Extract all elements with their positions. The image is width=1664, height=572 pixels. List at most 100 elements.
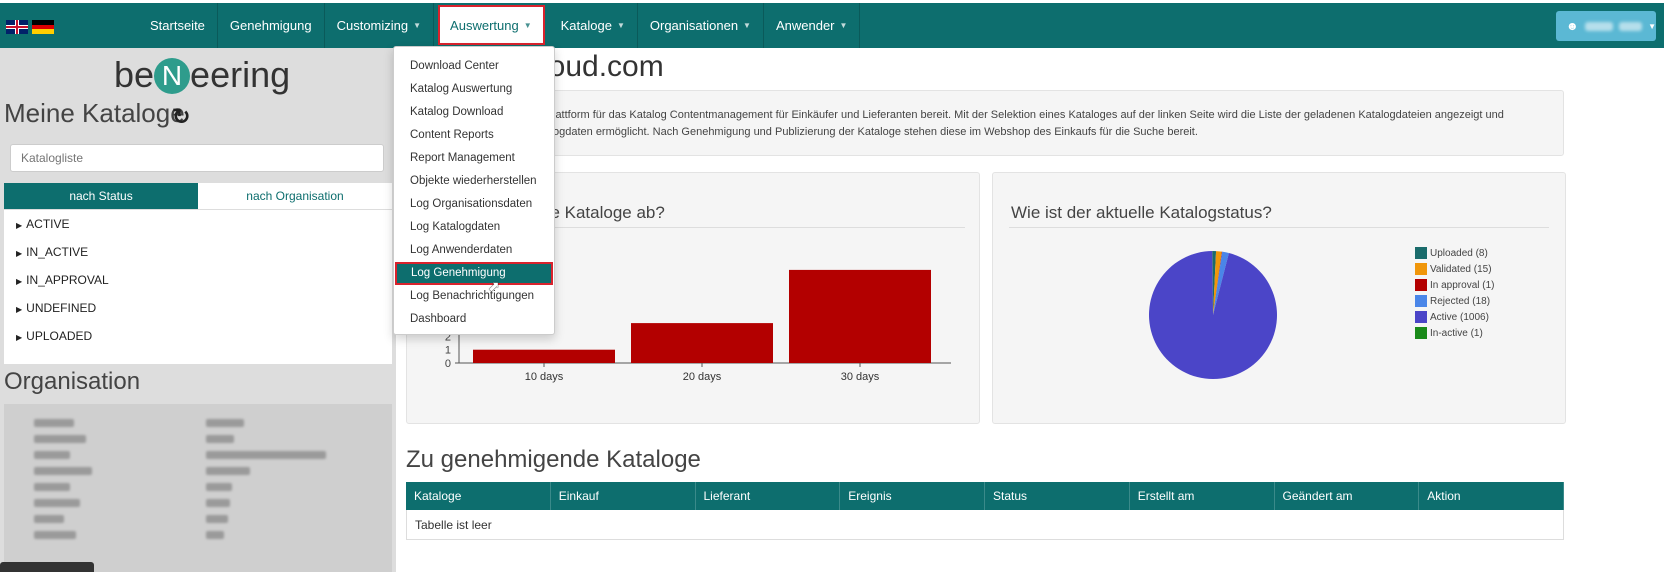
legend-label: Uploaded (8) [1430, 247, 1488, 259]
nav-item-label: Startseite [150, 18, 205, 33]
column-header-kataloge[interactable]: Kataloge [406, 482, 551, 510]
nav-item-genehmigung[interactable]: Genehmigung [218, 3, 325, 48]
nav-item-organisationen[interactable]: Organisationen ▼ [638, 3, 764, 48]
pie-legend: Uploaded (8) Validated (15) In approval (1… [1415, 245, 1494, 341]
nav-item-kataloge[interactable]: Kataloge ▼ [549, 3, 638, 48]
legend-swatch [1415, 311, 1427, 323]
tab-by-status[interactable]: nach Status [4, 183, 198, 209]
status-strip [0, 562, 94, 572]
legend-swatch [1415, 279, 1427, 291]
column-header-aktion[interactable]: Aktion [1419, 482, 1564, 510]
user-menu-button[interactable]: ☻ ▼ [1556, 11, 1656, 41]
menu-item-log-anwenderdaten[interactable]: Log Anwenderdaten [394, 239, 554, 262]
legend-item[interactable]: Active (1006) [1415, 309, 1494, 325]
tree-item-label: ACTIVE [26, 217, 70, 231]
table-empty-message: Tabelle ist leer [406, 510, 1564, 540]
nav-item-label: Organisationen [649, 18, 739, 33]
tree-item-label: UNDEFINED [26, 301, 97, 315]
nav-item-label: Auswertung [450, 17, 519, 33]
tree-item-uploaded[interactable]: ▶ UPLOADED [4, 322, 392, 350]
legend-swatch [1415, 247, 1427, 259]
tree-item-in-approval[interactable]: ▶ IN_APPROVAL [4, 266, 392, 294]
german-flag-icon[interactable] [32, 20, 54, 34]
nav-item-auswertung[interactable]: Auswertung ▼ [438, 5, 545, 45]
info-text-line-2: ogdaten ermöglicht. Nach Genehmigung und… [553, 126, 1198, 138]
y-tick-label: 0 [445, 358, 451, 370]
expand-triangle-icon: ▶ [16, 277, 23, 286]
caret-down-icon: ▼ [413, 21, 422, 30]
bar-20-days [631, 323, 773, 363]
redacted-row [34, 494, 230, 507]
column-header-erstellt-am[interactable]: Erstellt am [1130, 482, 1275, 510]
column-header-geändert-am[interactable]: Geändert am [1275, 482, 1420, 510]
column-header-einkauf[interactable]: Einkauf [551, 482, 696, 510]
nav-item-label: Anwender [775, 18, 835, 33]
nav-item-startseite[interactable]: Startseite [138, 3, 218, 48]
nav-item-label: Customizing [336, 18, 409, 33]
menu-item-report-management[interactable]: Report Management [394, 147, 554, 170]
legend-label: In approval (1) [1430, 279, 1495, 291]
redacted-row [34, 510, 228, 523]
auswertung-dropdown-menu: Download Center Katalog Auswertung Katalog… [393, 46, 555, 335]
tab-by-organisation[interactable]: nach Organisation [198, 183, 392, 209]
menu-item-log-genehmigung[interactable]: Log Genehmigung [395, 262, 553, 285]
top-navbar: Startseite Genehmigung Customizing ▼ Auswert… [0, 0, 1664, 48]
status-pie-chart [1149, 251, 1277, 379]
menu-item-log-organisationsdaten[interactable]: Log Organisationsdaten [394, 193, 554, 216]
tree-item-active[interactable]: ▶ ACTIVE [4, 210, 392, 238]
user-icon: ☻ [1566, 19, 1579, 33]
redacted-row [34, 478, 232, 491]
tree-item-in-active[interactable]: ▶ IN_ACTIVE [4, 238, 392, 266]
caret-down-icon: ▼ [839, 21, 848, 30]
menu-item-katalog-download[interactable]: Katalog Download [394, 101, 554, 124]
legend-swatch [1415, 327, 1427, 339]
column-header-status[interactable]: Status [985, 482, 1130, 510]
my-catalogs-title: Meine Kataloge [4, 98, 185, 128]
nav-item-label: Kataloge [560, 18, 612, 33]
table-header: Kataloge Einkauf Lieferant Ereignis Status Er… [406, 482, 1564, 510]
chevron-down-icon: ▼ [1648, 21, 1656, 31]
x-tick-label: 20 days [683, 371, 722, 383]
menu-item-log-benachrichtigungen[interactable]: Log Benachrichtigungen [394, 285, 554, 308]
legend-item[interactable]: Validated (15) [1415, 261, 1494, 277]
page-title: loud.com [542, 50, 664, 83]
tree-item-label: IN_APPROVAL [26, 273, 109, 287]
tree-item-label: UPLOADED [26, 329, 93, 343]
legend-item[interactable]: In-active (1) [1415, 325, 1494, 341]
legend-label: Validated (15) [1430, 263, 1492, 275]
legend-label: Rejected (18) [1430, 295, 1491, 307]
legend-label: In-active (1) [1430, 327, 1483, 339]
legend-item[interactable]: Rejected (18) [1415, 293, 1494, 309]
menu-item-content-reports[interactable]: Content Reports [394, 124, 554, 147]
beneering-logo: be Neering [114, 54, 291, 95]
caret-down-icon: ▼ [616, 21, 625, 30]
menu-item-download-center[interactable]: Download Center [394, 55, 554, 78]
menu-item-katalog-auswertung[interactable]: Katalog Auswertung [394, 78, 554, 101]
column-header-lieferant[interactable]: Lieferant [696, 482, 841, 510]
chart-title: Wie ist der aktuelle Katalogstatus? [1011, 203, 1272, 222]
approval-table: Kataloge Einkauf Lieferant Ereignis Status Er… [406, 482, 1564, 540]
catalog-search-input[interactable] [10, 144, 384, 172]
redacted-row [34, 462, 250, 475]
tree-item-undefined[interactable]: ▶ UNDEFINED [4, 294, 392, 322]
username-redacted [1584, 21, 1614, 31]
expand-triangle-icon: ▶ [16, 333, 23, 342]
caret-down-icon: ▼ [743, 21, 751, 30]
legend-swatch [1415, 263, 1427, 275]
uk-flag-icon[interactable] [6, 20, 28, 34]
x-tick-label: 30 days [841, 371, 880, 383]
menu-item-dashboard[interactable]: Dashboard [394, 308, 554, 331]
menu-item-log-katalogdaten[interactable]: Log Katalogdaten [394, 216, 554, 239]
nav-item-anwender[interactable]: Anwender ▼ [764, 3, 861, 48]
redacted-row [34, 526, 224, 539]
nav-item-customizing[interactable]: Customizing ▼ [325, 3, 435, 48]
legend-item[interactable]: In approval (1) [1415, 277, 1494, 293]
organisation-details-redacted [4, 404, 392, 572]
bar-30-days [789, 269, 931, 363]
menu-item-objekte-wiederherstellen[interactable]: Objekte wiederherstellen [394, 170, 554, 193]
legend-item[interactable]: Uploaded (8) [1415, 245, 1494, 261]
refresh-icon[interactable]: ↻ [172, 104, 190, 130]
y-tick-label: 1 [445, 345, 451, 357]
column-header-ereignis[interactable]: Ereignis [840, 482, 985, 510]
info-box: lattform für das Katalog Contentmanageme… [406, 90, 1564, 156]
